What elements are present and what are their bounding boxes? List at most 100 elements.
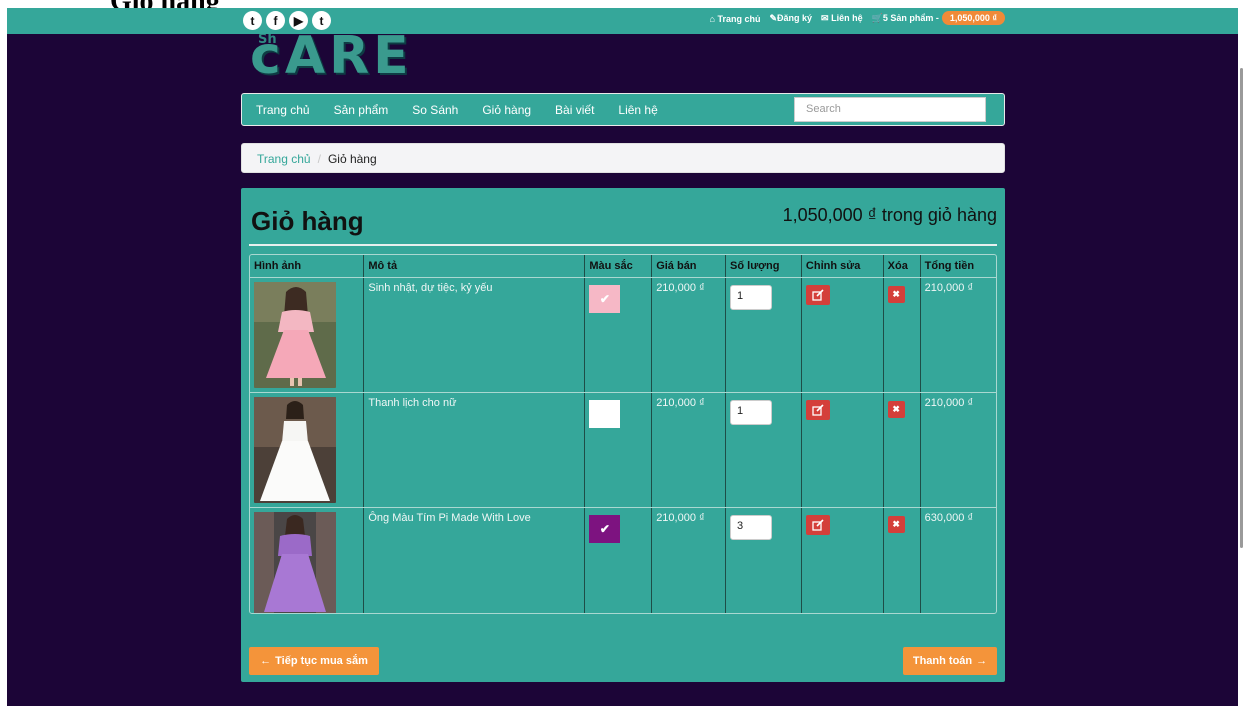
product-quantity-cell: 1 <box>725 392 802 508</box>
product-image[interactable] <box>254 396 336 503</box>
check-icon: ✔ <box>599 291 610 306</box>
arrow-right-icon: → <box>976 655 988 667</box>
logo-text: cARE <box>250 34 413 86</box>
page-scrollbar[interactable] <box>1238 8 1244 706</box>
continue-shopping-button[interactable]: ← Tiếp tục mua sắm <box>249 647 379 675</box>
home-icon: ⌂ <box>709 13 715 24</box>
edit-button[interactable] <box>805 399 830 420</box>
top-link-register[interactable]: ✎Đăng ký <box>769 13 812 24</box>
top-links: ⌂ Trang chủ ✎Đăng ký ✉ Liên hệ 🛒5 Sản ph… <box>709 11 1005 25</box>
product-delete-cell: ✖ <box>883 392 921 508</box>
product-image-cell <box>250 392 365 508</box>
product-image-cell <box>250 507 365 613</box>
col-color: Màu sắc <box>584 255 653 278</box>
site-logo[interactable]: Sh cARE <box>244 34 474 86</box>
twitter-icon[interactable]: t <box>243 11 262 30</box>
top-link-home[interactable]: ⌂ Trang chủ <box>709 14 760 24</box>
breadcrumb: Trang chủ / Giỏ hàng <box>241 143 1005 173</box>
product-description: Sinh nhật, dự tiệc, kỷ yếu <box>363 277 586 393</box>
product-image[interactable] <box>254 511 336 613</box>
close-icon: ✖ <box>892 403 900 414</box>
product-quantity-cell: 1 <box>725 277 802 393</box>
breadcrumb-home-link[interactable]: Trang chủ <box>257 152 311 166</box>
breadcrumb-separator: / <box>317 152 321 166</box>
top-bar: t f ▶ t ⌂ Trang chủ ✎Đăng ký ✉ Liên hệ 🛒… <box>7 8 1238 34</box>
main-navbar: Trang chủ Sản phẩm So Sánh Giỏ hàng Bài … <box>241 93 1005 126</box>
breadcrumb-current: Giỏ hàng <box>327 152 377 166</box>
delete-button[interactable]: ✖ <box>887 285 905 303</box>
continue-shopping-label: Tiếp tục mua sắm <box>275 655 368 667</box>
product-image-cell <box>250 277 365 393</box>
product-price: 210,000 ₫ <box>651 277 727 393</box>
color-swatch[interactable]: ✔ <box>589 514 621 543</box>
col-description: Mô tả <box>363 255 586 278</box>
col-edit: Chỉnh sửa <box>801 255 884 278</box>
edit-button[interactable] <box>805 284 830 305</box>
nav-item-cart[interactable]: Giỏ hàng <box>482 103 531 117</box>
table-row: Thanh lịch cho nữ 210,000 ₫ 1 ✖ 210,000 … <box>250 392 996 508</box>
nav-item-contact[interactable]: Liên hệ <box>618 103 657 117</box>
youtube-icon[interactable]: ▶ <box>289 11 308 30</box>
product-delete-cell: ✖ <box>883 277 921 393</box>
close-icon: ✖ <box>892 288 900 299</box>
product-color-cell <box>584 392 653 508</box>
quantity-input[interactable]: 1 <box>730 284 773 310</box>
product-quantity-cell: 3 <box>725 507 802 613</box>
product-delete-cell: ✖ <box>883 507 921 613</box>
checkout-button[interactable]: Thanh toán → <box>903 647 997 675</box>
table-row: Ông Màu Tím Pi Made With Love ✔ 210,000 … <box>250 507 996 613</box>
quantity-input[interactable]: 1 <box>730 399 773 425</box>
cart-total-summary: 1,050,000 ₫ trong giỏ hàng <box>782 205 997 225</box>
nav-menu: Trang chủ Sản phẩm So Sánh Giỏ hàng Bài … <box>256 103 682 117</box>
edit-icon <box>812 518 824 531</box>
col-quantity: Số lượng <box>725 255 802 278</box>
social-links: t f ▶ t <box>243 11 331 30</box>
product-edit-cell <box>801 277 884 393</box>
search-input[interactable]: Search <box>794 97 986 122</box>
col-total: Tổng tiền <box>920 255 996 278</box>
delete-button[interactable]: ✖ <box>887 400 905 418</box>
check-icon: ✔ <box>599 521 610 536</box>
checkout-label: Thanh toán <box>912 655 973 667</box>
product-total: 210,000 ₫ <box>920 392 996 508</box>
quantity-input[interactable]: 3 <box>730 514 773 540</box>
color-swatch[interactable] <box>589 399 621 428</box>
product-description: Ông Màu Tím Pi Made With Love <box>363 507 586 613</box>
nav-item-home[interactable]: Trang chủ <box>256 103 310 117</box>
product-description: Thanh lịch cho nữ <box>363 392 586 508</box>
top-link-cart[interactable]: 🛒5 Sản phẩm -1,050,000 ₫ <box>871 11 1005 25</box>
cart-total-badge: 1,050,000 ₫ <box>941 11 1005 25</box>
edit-button[interactable] <box>805 514 830 535</box>
nav-item-posts[interactable]: Bài viết <box>555 103 594 117</box>
col-price: Giá bán <box>651 255 727 278</box>
product-image[interactable] <box>254 281 336 388</box>
product-price: 210,000 ₫ <box>651 507 727 613</box>
envelope-icon: ✉ <box>821 13 829 23</box>
title-divider <box>249 244 997 246</box>
facebook-icon[interactable]: f <box>266 11 285 30</box>
product-total: 630,000 ₫ <box>920 507 996 613</box>
cart-table: Hình ảnh Mô tả Màu sắc Giá bán Số lượng … <box>249 254 997 614</box>
product-edit-cell <box>801 507 884 613</box>
edit-icon: ✎ <box>769 13 777 23</box>
product-color-cell: ✔ <box>584 277 653 393</box>
cart-panel: Giỏ hàng 1,050,000 ₫ trong giỏ hàng Hình… <box>241 188 1005 682</box>
edit-icon <box>812 288 824 301</box>
delete-button[interactable]: ✖ <box>887 515 905 533</box>
close-icon: ✖ <box>892 518 900 529</box>
col-delete: Xóa <box>883 255 921 278</box>
product-price: 210,000 ₫ <box>651 392 727 508</box>
arrow-left-icon: ← <box>260 655 272 667</box>
nav-item-products[interactable]: Sản phẩm <box>334 103 389 117</box>
page-frame: t f ▶ t ⌂ Trang chủ ✎Đăng ký ✉ Liên hệ 🛒… <box>7 8 1238 706</box>
top-link-contact[interactable]: ✉ Liên hệ <box>821 13 863 24</box>
product-edit-cell <box>801 392 884 508</box>
col-image: Hình ảnh <box>250 255 365 278</box>
color-swatch[interactable]: ✔ <box>589 284 621 313</box>
tumblr-icon[interactable]: t <box>312 11 331 30</box>
cart-title: Giỏ hàng <box>251 206 364 236</box>
cart-icon: 🛒 <box>871 13 883 23</box>
nav-item-compare[interactable]: So Sánh <box>412 103 458 117</box>
product-color-cell: ✔ <box>584 507 653 613</box>
scrollbar-thumb[interactable] <box>1240 68 1243 548</box>
